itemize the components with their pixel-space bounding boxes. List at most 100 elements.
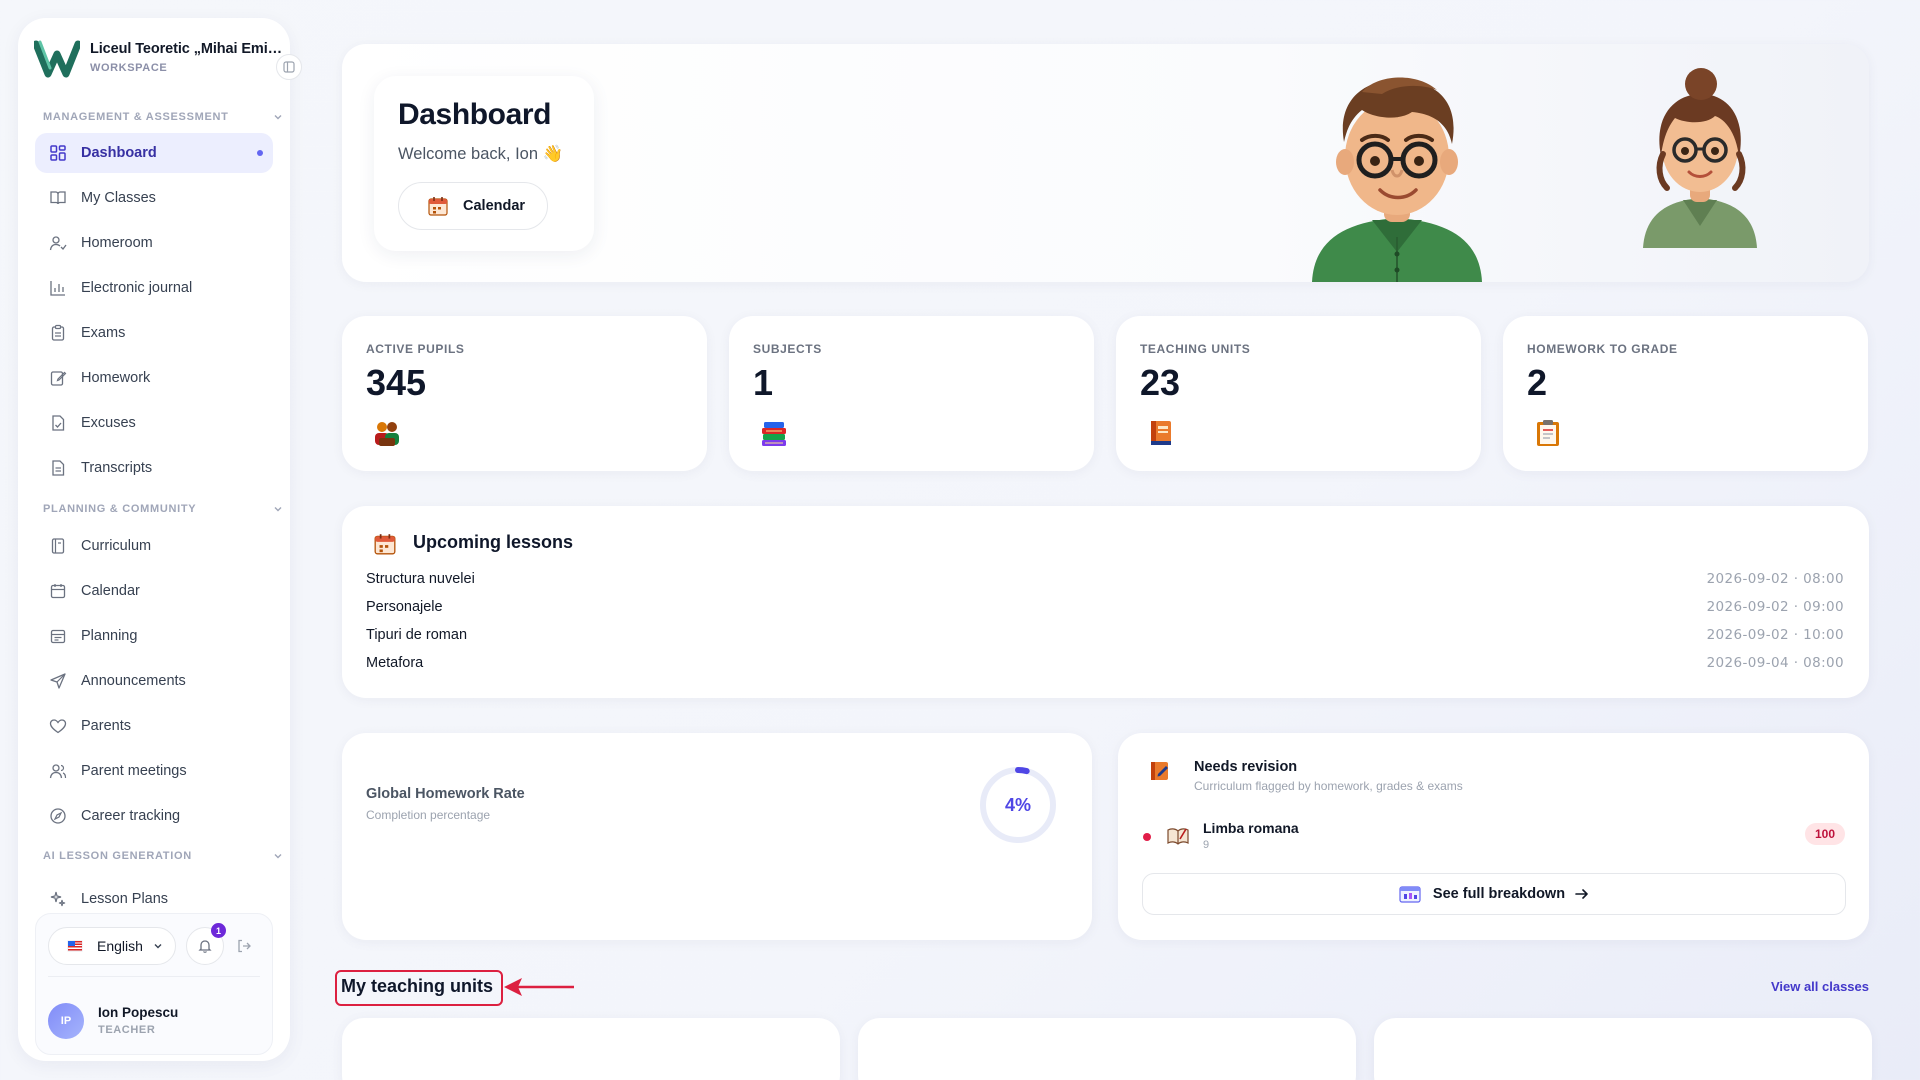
- calendar-icon: [50, 584, 66, 599]
- revision-item-name[interactable]: Limba romana: [1203, 820, 1299, 836]
- progress-percentage: 4%: [1004, 794, 1031, 815]
- grid-icon: [50, 145, 66, 161]
- teaching-unit-card[interactable]: [858, 1018, 1356, 1080]
- upcoming-lessons-card: Upcoming lessons Structura nuvelei 2026-…: [342, 506, 1869, 698]
- homework-rate-title: Global Homework Rate: [366, 786, 525, 802]
- clipboard-icon: [51, 324, 65, 341]
- chevron-down-icon: [274, 115, 282, 120]
- sidebar-scroll-clip: Lesson Plans: [35, 888, 273, 910]
- sidebar-footer: English 1 IP Ion Popescu TEACHER: [35, 913, 273, 1055]
- notifications-button[interactable]: 1: [186, 923, 226, 965]
- user-role: TEACHER: [98, 1024, 156, 1036]
- section-title-teaching-units: My teaching units: [341, 976, 494, 996]
- workspace-name[interactable]: Liceul Teoretic „Mihai Eminescu”: [90, 41, 290, 57]
- lesson-row[interactable]: Personajele 2026-09-02 · 09:00: [366, 599, 1844, 615]
- notebook-icon: [51, 538, 65, 554]
- sidebar-item-dashboard[interactable]: Dashboard: [35, 133, 273, 173]
- user-check-icon: [49, 236, 67, 251]
- sidebar-item-career-tracking[interactable]: Career tracking: [35, 796, 273, 836]
- arrow-right-icon: [1575, 889, 1588, 899]
- view-all-classes-link[interactable]: View all classes: [1771, 979, 1869, 994]
- section-planning[interactable]: PLANNING & COMMUNITY: [43, 500, 283, 518]
- sidebar-item-calendar[interactable]: Calendar: [35, 571, 273, 611]
- teaching-unit-card[interactable]: [342, 1018, 840, 1080]
- homework-rate-subtitle: Completion percentage: [366, 808, 491, 822]
- revision-title: Needs revision: [1194, 759, 1298, 775]
- sidebar-item-homeroom[interactable]: Homeroom: [35, 223, 273, 263]
- chevron-down-icon: [274, 854, 282, 859]
- compass-icon: [50, 808, 66, 824]
- notebook-pen-icon: [1151, 762, 1168, 780]
- active-indicator: [257, 150, 263, 156]
- users-icon: [49, 764, 67, 779]
- teaching-unit-card[interactable]: [1374, 1018, 1872, 1080]
- sidebar-item-announcements[interactable]: Announcements: [35, 661, 273, 701]
- sidebar-item-lesson-plans[interactable]: Lesson Plans: [35, 888, 273, 910]
- sidebar-item-parents[interactable]: Parents: [35, 706, 273, 746]
- lessons-title: Upcoming lessons: [413, 532, 574, 552]
- lesson-row[interactable]: Metafora 2026-09-04 · 08:00: [366, 655, 1844, 671]
- sidebar-item-exams[interactable]: Exams: [35, 313, 273, 353]
- sidebar: Liceul Teoretic „Mihai Eminescu” WORKSPA…: [18, 18, 302, 1061]
- stat-teaching-units[interactable]: TEACHING UNITS 23: [1116, 316, 1481, 471]
- sidebar-item-my-classes[interactable]: My Classes: [35, 178, 273, 218]
- section-ai-lesson[interactable]: AI LESSON GENERATION: [43, 847, 283, 865]
- lesson-row[interactable]: Tipuri de roman 2026-09-02 · 10:00: [366, 627, 1844, 643]
- stat-active-pupils[interactable]: ACTIVE PUPILS 345: [342, 316, 707, 471]
- hero-banner: Dashboard Welcome back, Ion 👋 Calendar: [342, 44, 1869, 282]
- lesson-row[interactable]: Structura nuvelei 2026-09-02 · 08:00: [366, 571, 1844, 587]
- sidebar-item-excuses[interactable]: Excuses: [35, 403, 273, 443]
- teacher-female-illustration: [1643, 68, 1757, 248]
- pupils-icon: [375, 422, 399, 446]
- calendar-icon: [374, 534, 396, 555]
- chevron-down-icon: [154, 944, 162, 949]
- calendar-button[interactable]: Calendar: [398, 182, 548, 230]
- revision-item-subtitle: 9: [1203, 839, 1210, 851]
- user-name: Ion Popescu: [98, 1005, 179, 1020]
- sidebar-item-parent-meetings[interactable]: Parent meetings: [35, 751, 273, 791]
- section-management[interactable]: MANAGEMENT & ASSESSMENT: [43, 108, 283, 126]
- open-book-icon: [1167, 828, 1189, 845]
- chevron-down-icon: [274, 507, 282, 512]
- see-full-breakdown-button[interactable]: See full breakdown: [1142, 873, 1846, 915]
- workspace-label: WORKSPACE: [90, 62, 168, 74]
- footer-divider: [48, 976, 260, 977]
- calendar-chart-icon: [1399, 886, 1421, 903]
- sidebar-item-curriculum[interactable]: Curriculum: [35, 526, 273, 566]
- sidebar-item-planning[interactable]: Planning: [35, 616, 273, 656]
- clipboard-icon: [1537, 420, 1559, 446]
- collapse-sidebar-button[interactable]: [276, 54, 302, 80]
- calendar-plan-icon: [50, 629, 66, 644]
- send-icon: [50, 673, 66, 689]
- page-title: Dashboard: [398, 98, 552, 131]
- avatar[interactable]: IP: [48, 1003, 84, 1039]
- flag-icon: [67, 940, 83, 952]
- edit-icon: [50, 371, 67, 386]
- logout-button[interactable]: [232, 934, 256, 958]
- bar-chart-icon: [50, 281, 65, 296]
- sidebar-item-electronic-journal[interactable]: Electronic journal: [35, 268, 273, 308]
- sidebar-item-homework[interactable]: Homework: [35, 358, 273, 398]
- needs-revision-card: Needs revision Curriculum flagged by hom…: [1118, 733, 1869, 940]
- revision-subtitle: Curriculum flagged by homework, grades &…: [1194, 779, 1463, 793]
- sidebar-item-transcripts[interactable]: Transcripts: [35, 448, 273, 488]
- unit-book-icon: [1151, 421, 1171, 445]
- stat-subjects[interactable]: SUBJECTS 1: [729, 316, 1094, 471]
- sparkles-icon: [50, 891, 66, 907]
- language-select[interactable]: English: [48, 927, 176, 965]
- welcome-message: Welcome back, Ion 👋: [398, 145, 564, 163]
- stat-homework-to-grade[interactable]: HOMEWORK TO GRADE 2: [1503, 316, 1868, 471]
- book-icon: [50, 191, 66, 205]
- books-icon: [762, 422, 786, 446]
- sidebar-toggle-icon: [283, 61, 295, 73]
- heart-icon: [49, 719, 67, 734]
- homework-rate-card: Global Homework Rate Completion percenta…: [342, 733, 1092, 940]
- status-badge: 100: [1805, 823, 1845, 845]
- file-check-icon: [52, 415, 65, 431]
- bell-icon: [198, 940, 212, 953]
- annotation-arrow-icon: [504, 978, 574, 996]
- welcome-card: Dashboard Welcome back, Ion 👋 Calendar: [374, 76, 594, 251]
- logout-icon: [238, 939, 251, 953]
- calendar-icon: [428, 197, 448, 216]
- file-text-icon: [52, 460, 65, 476]
